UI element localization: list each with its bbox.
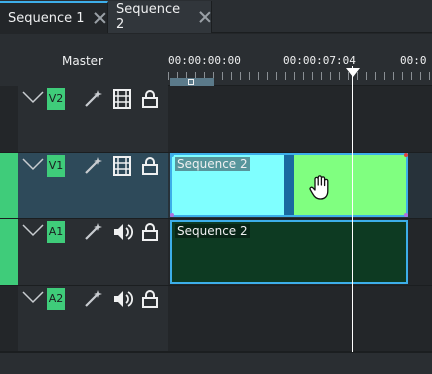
lock-icon[interactable] <box>139 221 161 243</box>
track-v2: V2 <box>0 86 432 153</box>
ruler-timecode: 00:0 <box>400 54 427 67</box>
tab-sequence-1[interactable]: Sequence 1 <box>0 1 108 33</box>
clip-title: Sequence 2 <box>175 157 250 171</box>
master-label[interactable]: Master <box>62 54 103 68</box>
track-gutter <box>0 86 18 152</box>
track-name-tag[interactable]: A1 <box>47 221 65 243</box>
track-a2: A2 <box>0 286 432 352</box>
ruler-timecode: 00:00:00:00 <box>168 54 241 67</box>
chevron-down-icon[interactable] <box>22 290 44 304</box>
tab-label: Sequence 1 <box>8 10 85 26</box>
close-icon[interactable] <box>198 10 211 24</box>
lock-icon[interactable] <box>139 155 161 177</box>
audio-clip[interactable]: Sequence 2 <box>170 220 408 284</box>
magic-wand-icon[interactable] <box>82 88 104 110</box>
playhead[interactable] <box>352 66 353 354</box>
video-clip[interactable]: Sequence 2 <box>170 153 408 217</box>
track-gutter <box>0 219 18 285</box>
clip-handle[interactable] <box>404 213 408 217</box>
track-gutter <box>0 286 18 351</box>
track-gutter <box>0 153 18 218</box>
track-name-tag[interactable]: V1 <box>47 155 65 177</box>
tab-sequence-2[interactable]: Sequence 2 <box>108 1 212 33</box>
timeline-ruler[interactable]: 00:00:00:00 00:00:07:04 00:0 <box>168 34 432 86</box>
track-name-tag[interactable]: A2 <box>47 288 65 310</box>
ruler-timecode: 00:00:07:04 <box>283 54 356 67</box>
magic-wand-icon[interactable] <box>82 288 104 310</box>
track-lane[interactable] <box>168 286 432 352</box>
clip-handle[interactable] <box>170 213 174 217</box>
zone-handle[interactable] <box>188 79 194 85</box>
track-lane[interactable] <box>168 86 432 153</box>
tab-label: Sequence 2 <box>116 2 181 32</box>
close-icon[interactable] <box>93 11 107 25</box>
chevron-down-icon[interactable] <box>22 223 44 237</box>
clip-title: Sequence 2 <box>175 224 250 238</box>
speaker-icon[interactable] <box>111 221 133 243</box>
track-name-tag[interactable]: V2 <box>47 88 65 110</box>
track-header-area: Master <box>0 34 168 86</box>
clip-handle[interactable] <box>404 153 408 157</box>
chevron-down-icon[interactable] <box>22 90 44 104</box>
playhead-marker[interactable] <box>346 68 360 77</box>
hand-cursor-icon <box>309 175 329 200</box>
clip-handle[interactable] <box>170 153 174 157</box>
tab-bar: Sequence 1 Sequence 2 <box>0 0 432 33</box>
timeline-footer <box>0 352 432 374</box>
speaker-icon[interactable] <box>111 288 133 310</box>
magic-wand-icon[interactable] <box>82 155 104 177</box>
timeline-zone[interactable] <box>170 78 214 86</box>
film-icon[interactable] <box>111 155 133 177</box>
film-icon[interactable] <box>111 88 133 110</box>
magic-wand-icon[interactable] <box>82 221 104 243</box>
chevron-down-icon[interactable] <box>22 157 44 171</box>
lock-icon[interactable] <box>139 288 161 310</box>
lock-icon[interactable] <box>139 88 161 110</box>
clip-split-marker <box>284 155 294 215</box>
